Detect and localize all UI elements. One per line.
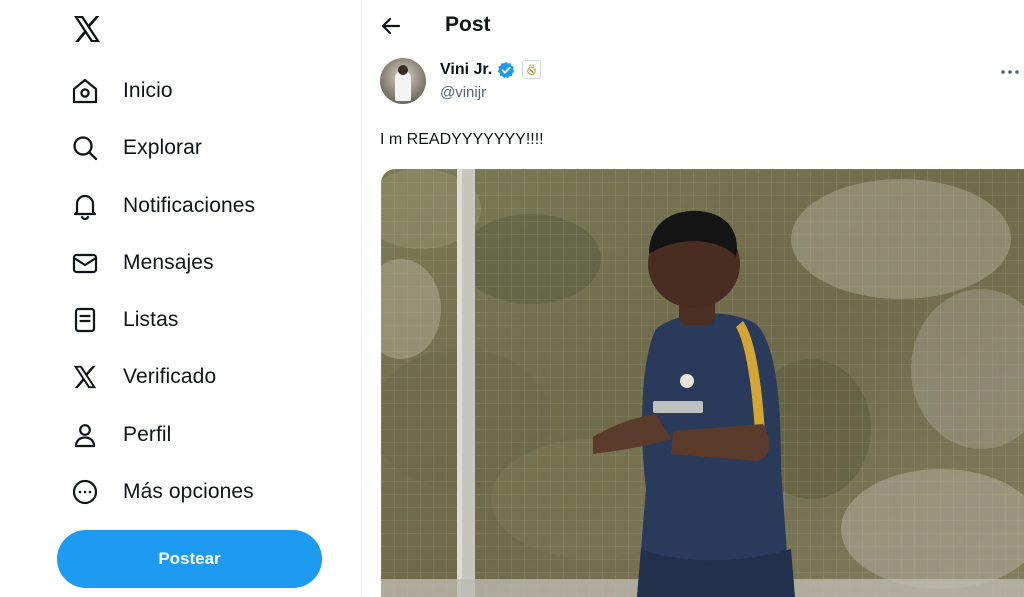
home-icon [70, 76, 100, 106]
person-icon [70, 420, 100, 450]
post-detail: Post Vini Jr. @vinijr I m READYYYYYYY!!!… [362, 0, 1024, 597]
search-icon [70, 133, 100, 163]
more-horizontal-icon [1000, 62, 1020, 80]
sidebar-item-verificado[interactable]: Verificado [60, 354, 230, 400]
club-crest-icon[interactable] [522, 60, 542, 79]
page-title: Post [445, 13, 491, 36]
sidebar-item-label: Más opciones [123, 480, 254, 503]
envelope-icon [70, 248, 100, 278]
sidebar-item-perfil[interactable]: Perfil [60, 412, 185, 458]
author-handle[interactable]: @vinijr [440, 84, 486, 101]
author-name-row: Vini Jr. [440, 60, 542, 79]
list-icon [70, 305, 100, 335]
sidebar-item-label: Listas [123, 308, 179, 331]
back-arrow-icon [380, 15, 402, 42]
sidebar-item-mas-opciones[interactable]: Más opciones [60, 469, 268, 515]
author-name[interactable]: Vini Jr. [440, 61, 492, 79]
player-photo [381, 169, 1024, 597]
sidebar-item-notificaciones[interactable]: Notificaciones [60, 183, 269, 229]
sidebar: Inicio Explorar Notificaciones Mensajes … [0, 0, 361, 597]
sidebar-item-label: Explorar [123, 136, 202, 159]
sidebar-item-inicio[interactable]: Inicio [60, 68, 187, 114]
x-logo-icon[interactable] [68, 10, 106, 48]
avatar[interactable] [380, 58, 426, 104]
sidebar-item-mensajes[interactable]: Mensajes [60, 240, 228, 286]
back-button[interactable] [376, 13, 406, 43]
sidebar-item-explorar[interactable]: Explorar [60, 125, 216, 171]
avatar-head [398, 65, 408, 75]
post-image[interactable] [381, 169, 1024, 597]
avatar-figure [395, 71, 411, 101]
sidebar-item-label: Inicio [123, 79, 173, 102]
sidebar-item-label: Verificado [123, 365, 217, 388]
post-text: I m READYYYYYYY!!!! [380, 131, 544, 148]
sidebar-item-label: Perfil [123, 423, 172, 446]
more-options-button[interactable] [998, 60, 1022, 82]
sidebar-item-label: Mensajes [123, 251, 214, 274]
bell-icon [70, 191, 100, 221]
more-circle-icon [70, 477, 100, 507]
post-button[interactable]: Postear [57, 530, 322, 588]
app-window: Inicio Explorar Notificaciones Mensajes … [0, 0, 1024, 597]
x-logo-icon [70, 362, 100, 392]
sidebar-item-label: Notificaciones [123, 194, 256, 217]
sidebar-item-listas[interactable]: Listas [60, 297, 192, 343]
verified-badge-icon[interactable] [497, 61, 515, 79]
